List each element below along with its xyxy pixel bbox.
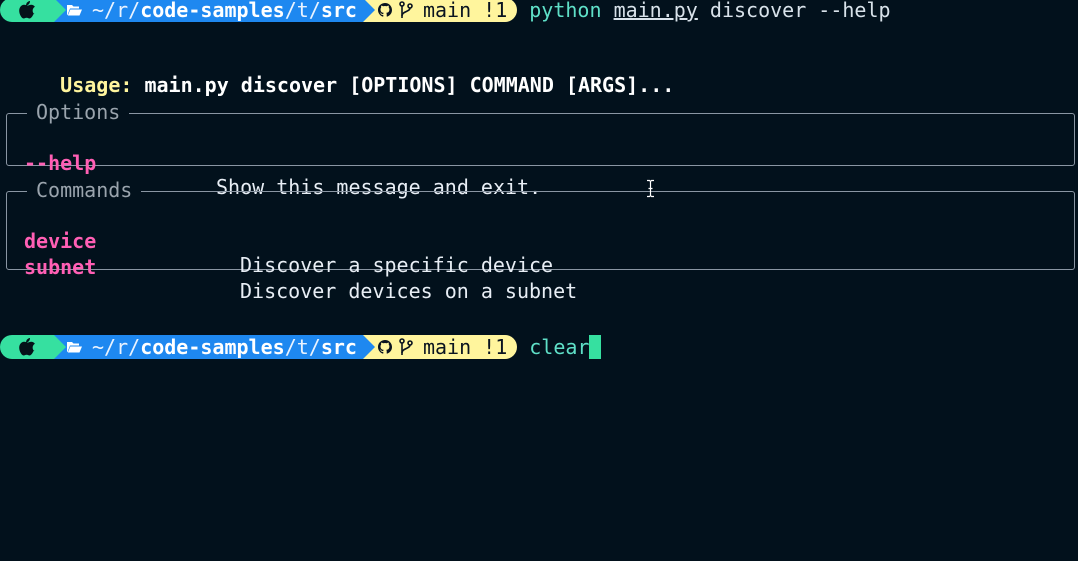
path-r: r bbox=[116, 335, 129, 359]
path-t: t bbox=[296, 0, 309, 22]
path-src: src bbox=[320, 335, 357, 359]
terminal-cursor bbox=[589, 335, 602, 359]
shell-prompt: ~ / r / code-samples / t / src main !1 clear bbox=[0, 335, 602, 359]
prompt-os-segment bbox=[0, 0, 66, 22]
git-branch-name: main bbox=[422, 0, 472, 22]
text-cursor-icon bbox=[647, 179, 654, 198]
folder-open-icon bbox=[67, 342, 82, 353]
usage-label: Usage: bbox=[60, 73, 133, 97]
option-row: --help Show this message and exit. bbox=[7, 127, 541, 199]
path-repo: code-samples bbox=[140, 335, 285, 359]
command-program: python bbox=[529, 0, 602, 22]
prompt-git-segment: main !1 bbox=[362, 0, 518, 22]
path-t: t bbox=[296, 335, 309, 359]
shell-prompt: ~ / r / code-samples / t / src main !1 python ma… bbox=[0, 0, 891, 22]
command-row: device Discover a specific device bbox=[7, 205, 553, 277]
path-r: r bbox=[116, 0, 129, 22]
apple-icon bbox=[19, 1, 35, 19]
terminal-window[interactable]: ~ / r / code-samples / t / src main !1 python ma… bbox=[0, 0, 1078, 561]
git-status: !1 bbox=[483, 0, 508, 22]
command-name: subnet bbox=[24, 255, 97, 279]
folder-open-icon bbox=[67, 5, 82, 16]
prompt-git-segment: main !1 bbox=[362, 335, 518, 359]
command-description: Discover a specific device bbox=[240, 253, 554, 277]
git-branch-name: main bbox=[422, 335, 472, 359]
prompt-path-segment: ~ / r / code-samples / t / src bbox=[54, 0, 375, 22]
git-status: !1 bbox=[483, 335, 508, 359]
usage-line: Usage: main.py discover [OPTIONS] COMMAN… bbox=[12, 49, 674, 97]
prompt-os-segment bbox=[0, 335, 66, 359]
github-icon bbox=[377, 3, 392, 17]
usage-text: main.py discover [OPTIONS] COMMAND [ARGS… bbox=[144, 73, 675, 97]
git-branch-icon bbox=[399, 1, 413, 18]
command-description: Discover devices on a subnet bbox=[240, 279, 578, 303]
path-src: src bbox=[320, 0, 357, 22]
command-input[interactable]: clear bbox=[529, 335, 602, 359]
typed-command: clear bbox=[529, 335, 590, 359]
path-home: ~ bbox=[92, 335, 105, 359]
option-name: --help bbox=[24, 151, 97, 175]
apple-icon bbox=[19, 338, 35, 356]
git-branch-icon bbox=[399, 338, 413, 355]
entered-command: python main.py discover --help bbox=[529, 0, 890, 22]
command-script: main.py bbox=[613, 0, 698, 22]
path-home: ~ bbox=[92, 0, 105, 22]
command-row: subnet Discover devices on a subnet bbox=[7, 231, 577, 303]
path-repo: code-samples bbox=[140, 0, 285, 22]
options-panel-title: Options bbox=[27, 100, 130, 124]
command-args: discover --help bbox=[709, 0, 891, 22]
commands-panel: Commands device Discover a specific devi… bbox=[6, 178, 1075, 303]
options-panel: Options --help Show this message and exi… bbox=[6, 100, 1075, 199]
prompt-path-segment: ~ / r / code-samples / t / src bbox=[54, 335, 375, 359]
commands-panel-title: Commands bbox=[27, 178, 142, 202]
github-icon bbox=[377, 340, 392, 354]
